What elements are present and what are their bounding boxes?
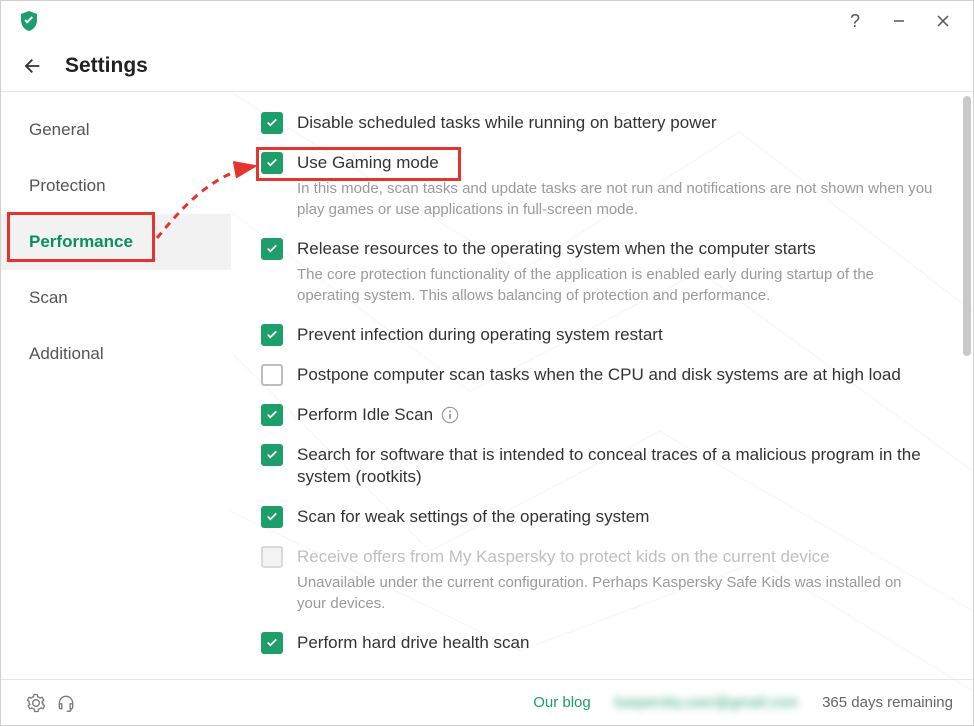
sidebar-item-performance[interactable]: Performance bbox=[1, 214, 231, 270]
setting-label: Disable scheduled tasks while running on… bbox=[297, 112, 933, 134]
minimize-button[interactable] bbox=[877, 1, 921, 41]
window: ? Settings General Protection P bbox=[0, 0, 974, 726]
setting-label: Prevent infection during operating syste… bbox=[297, 324, 933, 346]
setting-label: Scan for weak settings of the operating … bbox=[297, 506, 933, 528]
body: General Protection Performance Scan Addi… bbox=[1, 92, 973, 679]
setting-label: Perform hard drive health scan bbox=[297, 632, 933, 654]
content-area: Disable scheduled tasks while running on… bbox=[231, 92, 973, 679]
scrollbar-thumb[interactable] bbox=[963, 96, 971, 356]
checkbox[interactable] bbox=[261, 152, 283, 174]
setting-label: Postpone computer scan tasks when the CP… bbox=[297, 364, 933, 386]
blog-link[interactable]: Our blog bbox=[533, 694, 591, 711]
setting-label-text: Perform Idle Scan bbox=[297, 404, 433, 426]
checkbox bbox=[261, 546, 283, 568]
setting-label: Receive offers from My Kaspersky to prot… bbox=[297, 546, 933, 568]
checkbox[interactable] bbox=[261, 364, 283, 386]
checkbox[interactable] bbox=[261, 404, 283, 426]
setting-hdd-health: Perform hard drive health scan bbox=[261, 632, 933, 654]
header: Settings bbox=[1, 41, 973, 91]
setting-postpone-scan: Postpone computer scan tasks when the CP… bbox=[261, 364, 933, 386]
checkbox[interactable] bbox=[261, 632, 283, 654]
setting-description: The core protection functionality of the… bbox=[297, 264, 933, 306]
info-icon[interactable] bbox=[441, 406, 459, 424]
setting-weak-settings: Scan for weak settings of the operating … bbox=[261, 506, 933, 528]
setting-release-resources: Release resources to the operating syste… bbox=[261, 238, 933, 306]
setting-description: Unavailable under the current configurat… bbox=[297, 572, 933, 614]
close-button[interactable] bbox=[921, 1, 965, 41]
app-shield-icon bbox=[17, 9, 41, 33]
setting-my-kaspersky-offers: Receive offers from My Kaspersky to prot… bbox=[261, 546, 933, 614]
settings-scroll[interactable]: Disable scheduled tasks while running on… bbox=[231, 92, 973, 679]
setting-description: In this mode, scan tasks and update task… bbox=[297, 178, 933, 220]
settings-gear-icon[interactable] bbox=[21, 688, 51, 718]
sidebar-item-general[interactable]: General bbox=[1, 102, 231, 158]
checkbox[interactable] bbox=[261, 238, 283, 260]
sidebar: General Protection Performance Scan Addi… bbox=[1, 92, 231, 679]
help-button[interactable]: ? bbox=[833, 1, 877, 41]
checkbox[interactable] bbox=[261, 444, 283, 466]
setting-label: Use Gaming mode bbox=[297, 152, 933, 174]
checkbox[interactable] bbox=[261, 324, 283, 346]
checkbox[interactable] bbox=[261, 112, 283, 134]
account-email-link[interactable]: kaspersky.user@gmail.com bbox=[615, 694, 798, 711]
checkbox[interactable] bbox=[261, 506, 283, 528]
license-remaining: 365 days remaining bbox=[822, 694, 953, 711]
sidebar-item-label: Scan bbox=[29, 288, 68, 308]
sidebar-item-label: General bbox=[29, 120, 89, 140]
setting-prevent-infection: Prevent infection during operating syste… bbox=[261, 324, 933, 346]
setting-label: Search for software that is intended to … bbox=[297, 444, 933, 488]
setting-label: Perform Idle Scan bbox=[297, 404, 933, 426]
titlebar: ? bbox=[1, 1, 973, 41]
setting-gaming-mode: Use Gaming mode In this mode, scan tasks… bbox=[261, 152, 933, 220]
sidebar-item-label: Additional bbox=[29, 344, 104, 364]
setting-idle-scan: Perform Idle Scan bbox=[261, 404, 933, 426]
support-headset-icon[interactable] bbox=[51, 688, 81, 718]
setting-label: Release resources to the operating syste… bbox=[297, 238, 933, 260]
sidebar-item-label: Protection bbox=[29, 176, 106, 196]
setting-disable-scheduled: Disable scheduled tasks while running on… bbox=[261, 112, 933, 134]
setting-rootkits: Search for software that is intended to … bbox=[261, 444, 933, 488]
sidebar-item-label: Performance bbox=[29, 232, 133, 252]
sidebar-item-scan[interactable]: Scan bbox=[1, 270, 231, 326]
page-title: Settings bbox=[65, 54, 148, 78]
sidebar-item-additional[interactable]: Additional bbox=[1, 326, 231, 382]
sidebar-item-protection[interactable]: Protection bbox=[1, 158, 231, 214]
back-button[interactable] bbox=[19, 53, 45, 79]
